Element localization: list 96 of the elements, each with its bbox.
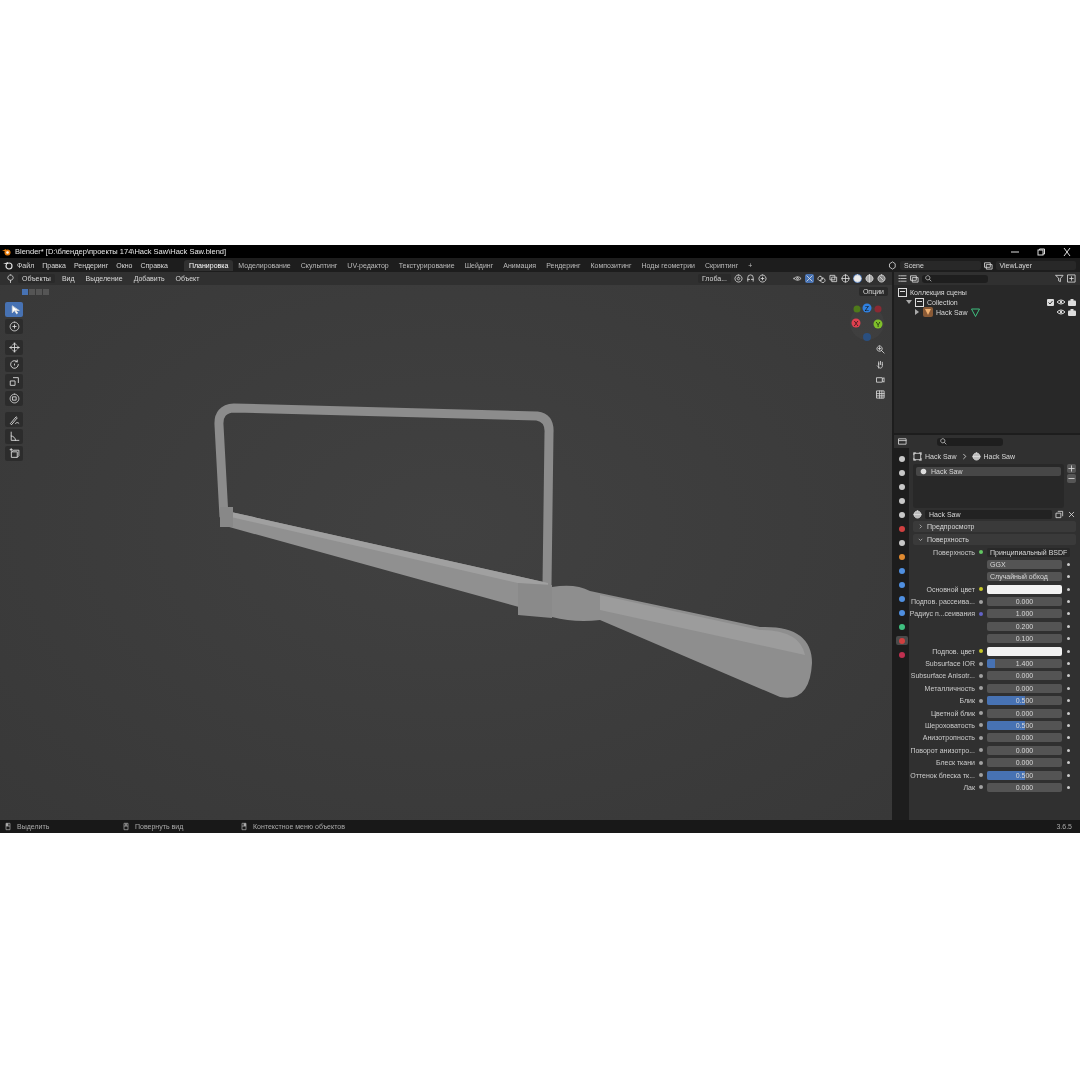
mouse-icon bbox=[4, 822, 12, 831]
socket-icon bbox=[979, 711, 983, 716]
restore-icon[interactable] bbox=[1036, 247, 1046, 256]
add-slot-icon[interactable] bbox=[1067, 464, 1076, 473]
solid-shading-icon[interactable] bbox=[853, 274, 862, 283]
keyframe-dot-icon[interactable] bbox=[1067, 761, 1070, 765]
proportional-edit-icon[interactable] bbox=[758, 274, 767, 283]
search-icon bbox=[925, 275, 932, 282]
color-swatch[interactable] bbox=[987, 584, 1062, 594]
hand-icon[interactable] bbox=[876, 360, 885, 369]
socket-icon bbox=[979, 735, 983, 740]
socket-icon bbox=[979, 773, 983, 778]
collection-icon bbox=[915, 297, 924, 307]
chevron-icon bbox=[917, 523, 924, 530]
socket-icon bbox=[979, 587, 983, 592]
keyframe-dot-icon[interactable] bbox=[1067, 674, 1070, 678]
socket-icon bbox=[979, 649, 983, 654]
rotate-tool-icon[interactable] bbox=[5, 357, 23, 372]
search-icon bbox=[940, 438, 947, 445]
socket-icon bbox=[979, 673, 983, 678]
color-swatch[interactable] bbox=[987, 646, 1062, 656]
socket-icon bbox=[979, 723, 983, 728]
keyframe-dot-icon[interactable] bbox=[1067, 662, 1070, 665]
expand-arrow-icon[interactable] bbox=[906, 299, 912, 305]
mouse-icon bbox=[240, 822, 248, 831]
scale-tool-icon[interactable] bbox=[5, 374, 23, 389]
keyframe-dot-icon[interactable] bbox=[1067, 686, 1070, 690]
keyframe-dot-icon[interactable] bbox=[1067, 649, 1070, 653]
remove-slot-icon[interactable] bbox=[1067, 474, 1076, 483]
search-field[interactable] bbox=[937, 437, 1003, 446]
keyframe-dot-icon[interactable] bbox=[1067, 562, 1070, 566]
camera-icon[interactable] bbox=[1068, 308, 1076, 316]
expand-arrow-icon[interactable] bbox=[914, 309, 920, 315]
keyframe-dot-icon[interactable] bbox=[1067, 600, 1070, 604]
socket-icon bbox=[979, 698, 983, 703]
duplicate-icon[interactable] bbox=[1055, 510, 1064, 519]
keyframe-dot-icon[interactable] bbox=[1067, 748, 1070, 752]
socket-icon bbox=[979, 785, 983, 790]
keyframe-dot-icon[interactable] bbox=[1067, 575, 1070, 579]
grid-icon[interactable] bbox=[876, 390, 885, 399]
gizmo-toggle-icon[interactable] bbox=[805, 274, 814, 283]
collection-icon bbox=[898, 287, 907, 297]
eye-icon[interactable] bbox=[1057, 299, 1065, 305]
material-shading-icon[interactable] bbox=[865, 274, 874, 283]
mesh-data-icon bbox=[970, 307, 980, 317]
measure-tool-icon[interactable] bbox=[5, 429, 23, 444]
move-tool-icon[interactable] bbox=[5, 340, 23, 355]
keyframe-dot-icon[interactable] bbox=[1067, 736, 1070, 740]
transform-tool-icon[interactable] bbox=[5, 391, 23, 406]
add-cube-tool-icon[interactable] bbox=[5, 446, 23, 461]
cursor-tool-icon[interactable] bbox=[5, 319, 23, 334]
keyframe-dot-icon[interactable] bbox=[1067, 637, 1070, 641]
keyframe-dot-icon[interactable] bbox=[1067, 612, 1070, 616]
keyframe-dot-icon[interactable] bbox=[1067, 773, 1070, 777]
new-collection-icon[interactable] bbox=[1067, 274, 1076, 283]
keyframe-dot-icon[interactable] bbox=[1067, 723, 1070, 727]
object-icon bbox=[913, 451, 922, 461]
object-icon bbox=[923, 307, 933, 317]
selection-mode-buttons[interactable] bbox=[22, 288, 49, 295]
annotate-tool-icon[interactable] bbox=[5, 412, 23, 427]
filter-icon[interactable] bbox=[1055, 274, 1064, 283]
display-mode-icon[interactable] bbox=[898, 274, 907, 283]
pivot-icon[interactable] bbox=[734, 274, 743, 283]
search-field[interactable] bbox=[922, 274, 988, 283]
camera-icon[interactable] bbox=[876, 375, 885, 384]
socket-icon bbox=[979, 661, 983, 666]
checkbox-icon[interactable] bbox=[1047, 298, 1054, 306]
caret-icon bbox=[917, 536, 924, 543]
close-icon[interactable] bbox=[1062, 247, 1072, 256]
socket-icon bbox=[979, 748, 983, 753]
keyframe-dot-icon[interactable] bbox=[1067, 699, 1070, 703]
keyframe-dot-icon[interactable] bbox=[1067, 711, 1070, 715]
socket-icon bbox=[979, 686, 983, 691]
socket-icon bbox=[979, 611, 983, 616]
camera-icon[interactable] bbox=[1068, 298, 1076, 306]
unlink-icon[interactable] bbox=[1067, 510, 1076, 519]
overlay-icon[interactable] bbox=[817, 274, 826, 283]
filter-view-icon[interactable] bbox=[910, 274, 919, 283]
rendered-shading-icon[interactable] bbox=[877, 274, 886, 283]
mouse-icon bbox=[122, 822, 130, 831]
socket-icon bbox=[979, 550, 983, 554]
keyframe-dot-icon[interactable] bbox=[1067, 785, 1070, 789]
view-layer-selector-icon[interactable] bbox=[983, 260, 993, 270]
material-browse-icon[interactable] bbox=[913, 510, 922, 519]
keyframe-dot-icon[interactable] bbox=[1067, 624, 1070, 628]
select-tool-icon[interactable] bbox=[5, 302, 23, 317]
blender-logo-icon bbox=[2, 247, 11, 256]
blender-logo-icon[interactable] bbox=[3, 260, 13, 270]
keyframe-dot-icon[interactable] bbox=[1067, 587, 1070, 591]
eye-icon[interactable] bbox=[793, 274, 802, 283]
zoom-icon[interactable] bbox=[876, 345, 885, 354]
socket-icon bbox=[979, 760, 983, 765]
wireframe-shading-icon[interactable] bbox=[841, 274, 850, 283]
xray-icon[interactable] bbox=[829, 274, 838, 283]
eye-icon[interactable] bbox=[1057, 309, 1065, 315]
socket-icon bbox=[979, 599, 983, 604]
